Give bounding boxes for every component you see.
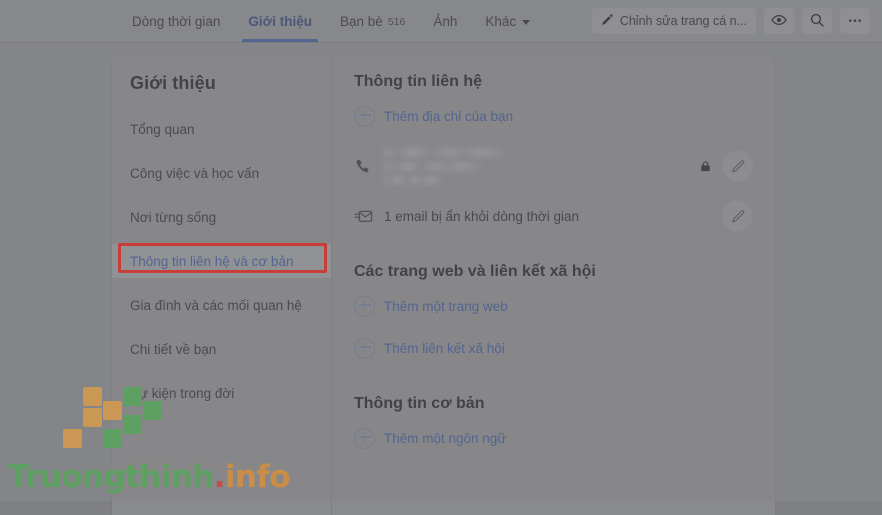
active-tab-underline	[242, 39, 319, 42]
pencil-icon	[601, 13, 614, 29]
sidebar-item-label: Tổng quan	[130, 121, 195, 137]
about-sidebar: Giới thiệu Tổng quan Công việc và học vấ…	[112, 55, 332, 515]
tab-friends[interactable]: Bạn bè 516	[326, 0, 419, 42]
sidebar-item-life-events[interactable]: Sự kiện trong đời	[112, 376, 331, 410]
hidden-email-row: 1 email bị ẩn khỏi dòng thời gian	[354, 195, 753, 237]
profile-nav-bar: Dòng thời gian Giới thiệu Bạn bè 516 Ảnh…	[0, 0, 882, 43]
tab-friends-count: 516	[387, 16, 406, 28]
tab-more-label: Khác	[485, 13, 517, 29]
hidden-email-icon	[354, 208, 384, 225]
more-options-button[interactable]	[840, 8, 870, 34]
tab-timeline-label: Dòng thời gian	[132, 13, 221, 29]
email-row-actions	[722, 200, 753, 232]
search-button[interactable]	[802, 8, 832, 34]
add-language-label: Thêm một ngôn ngữ	[384, 430, 507, 446]
phone-number-blurred	[384, 147, 506, 185]
tab-timeline[interactable]: Dòng thời gian	[118, 0, 234, 42]
lock-icon	[699, 159, 712, 173]
tab-about-label: Giới thiệu	[248, 13, 313, 29]
ellipsis-icon	[847, 12, 863, 31]
sidebar-item-label: Nơi từng sống	[130, 209, 217, 225]
phone-icon	[354, 158, 384, 175]
about-card: Giới thiệu Tổng quan Công việc và học vấ…	[112, 55, 775, 515]
add-address-row[interactable]: Thêm địa chỉ của bạn	[354, 95, 753, 137]
sidebar-item-label: Sự kiện trong đời	[130, 385, 235, 401]
edit-profile-label: Chỉnh sửa trang cá n...	[619, 14, 747, 28]
add-website-row[interactable]: Thêm một trang web	[354, 285, 753, 327]
sidebar-item-details-about-you[interactable]: Chi tiết về bạn	[112, 332, 331, 366]
hidden-email-label: 1 email bị ẩn khỏi dòng thời gian	[384, 208, 579, 224]
tab-more[interactable]: Khác	[471, 0, 544, 42]
sidebar-item-contact-basic-info[interactable]: Thông tin liên hệ và cơ bản	[112, 244, 331, 278]
contact-info-heading: Thông tin liên hệ	[354, 73, 482, 90]
sidebar-item-work-education[interactable]: Công việc và học vấn	[112, 156, 331, 190]
edit-phone-button[interactable]	[722, 150, 753, 182]
sidebar-title: Giới thiệu	[130, 73, 216, 93]
about-content: Thông tin liên hệ Thêm địa chỉ của bạn 1…	[332, 55, 775, 515]
search-icon	[809, 12, 825, 31]
plus-circle-icon	[354, 337, 384, 359]
sidebar-item-label: Thông tin liên hệ và cơ bản	[130, 253, 294, 269]
profile-action-buttons: Chỉnh sửa trang cá n...	[591, 0, 870, 42]
tab-photos-label: Ảnh	[433, 13, 458, 29]
basic-info-heading: Thông tin cơ bản	[354, 395, 485, 412]
edit-email-button[interactable]	[722, 200, 753, 232]
eye-icon	[771, 12, 787, 31]
add-address-label: Thêm địa chỉ của bạn	[384, 108, 514, 124]
add-social-link-label: Thêm liên kết xã hội	[384, 340, 505, 356]
profile-tabs: Dòng thời gian Giới thiệu Bạn bè 516 Ảnh…	[118, 0, 544, 42]
plus-circle-icon	[354, 105, 384, 127]
sidebar-item-label: Gia đình và các mối quan hệ	[130, 297, 302, 313]
sidebar-item-places-lived[interactable]: Nơi từng sống	[112, 200, 331, 234]
phone-row-actions	[699, 150, 753, 182]
sidebar-item-label: Công việc và học vấn	[130, 165, 260, 181]
view-as-button[interactable]	[764, 8, 794, 34]
add-website-label: Thêm một trang web	[384, 298, 508, 314]
edit-profile-button[interactable]: Chỉnh sửa trang cá n...	[591, 8, 756, 34]
plus-circle-icon	[354, 295, 384, 317]
phone-row	[354, 137, 753, 195]
chevron-down-icon	[522, 19, 531, 25]
tab-photos[interactable]: Ảnh	[419, 0, 471, 42]
tab-friends-label: Bạn bè	[340, 13, 383, 29]
add-social-link-row[interactable]: Thêm liên kết xã hội	[354, 327, 753, 369]
websites-heading: Các trang web và liên kết xã hội	[354, 263, 596, 280]
sidebar-item-label: Chi tiết về bạn	[130, 341, 217, 357]
tab-about[interactable]: Giới thiệu	[234, 0, 326, 42]
page-root: Dòng thời gian Giới thiệu Bạn bè 516 Ảnh…	[0, 0, 882, 515]
plus-circle-icon	[354, 427, 384, 449]
sidebar-item-overview[interactable]: Tổng quan	[112, 112, 331, 146]
sidebar-item-family-relationships[interactable]: Gia đình và các mối quan hệ	[112, 288, 331, 322]
add-language-row[interactable]: Thêm một ngôn ngữ	[354, 417, 753, 459]
